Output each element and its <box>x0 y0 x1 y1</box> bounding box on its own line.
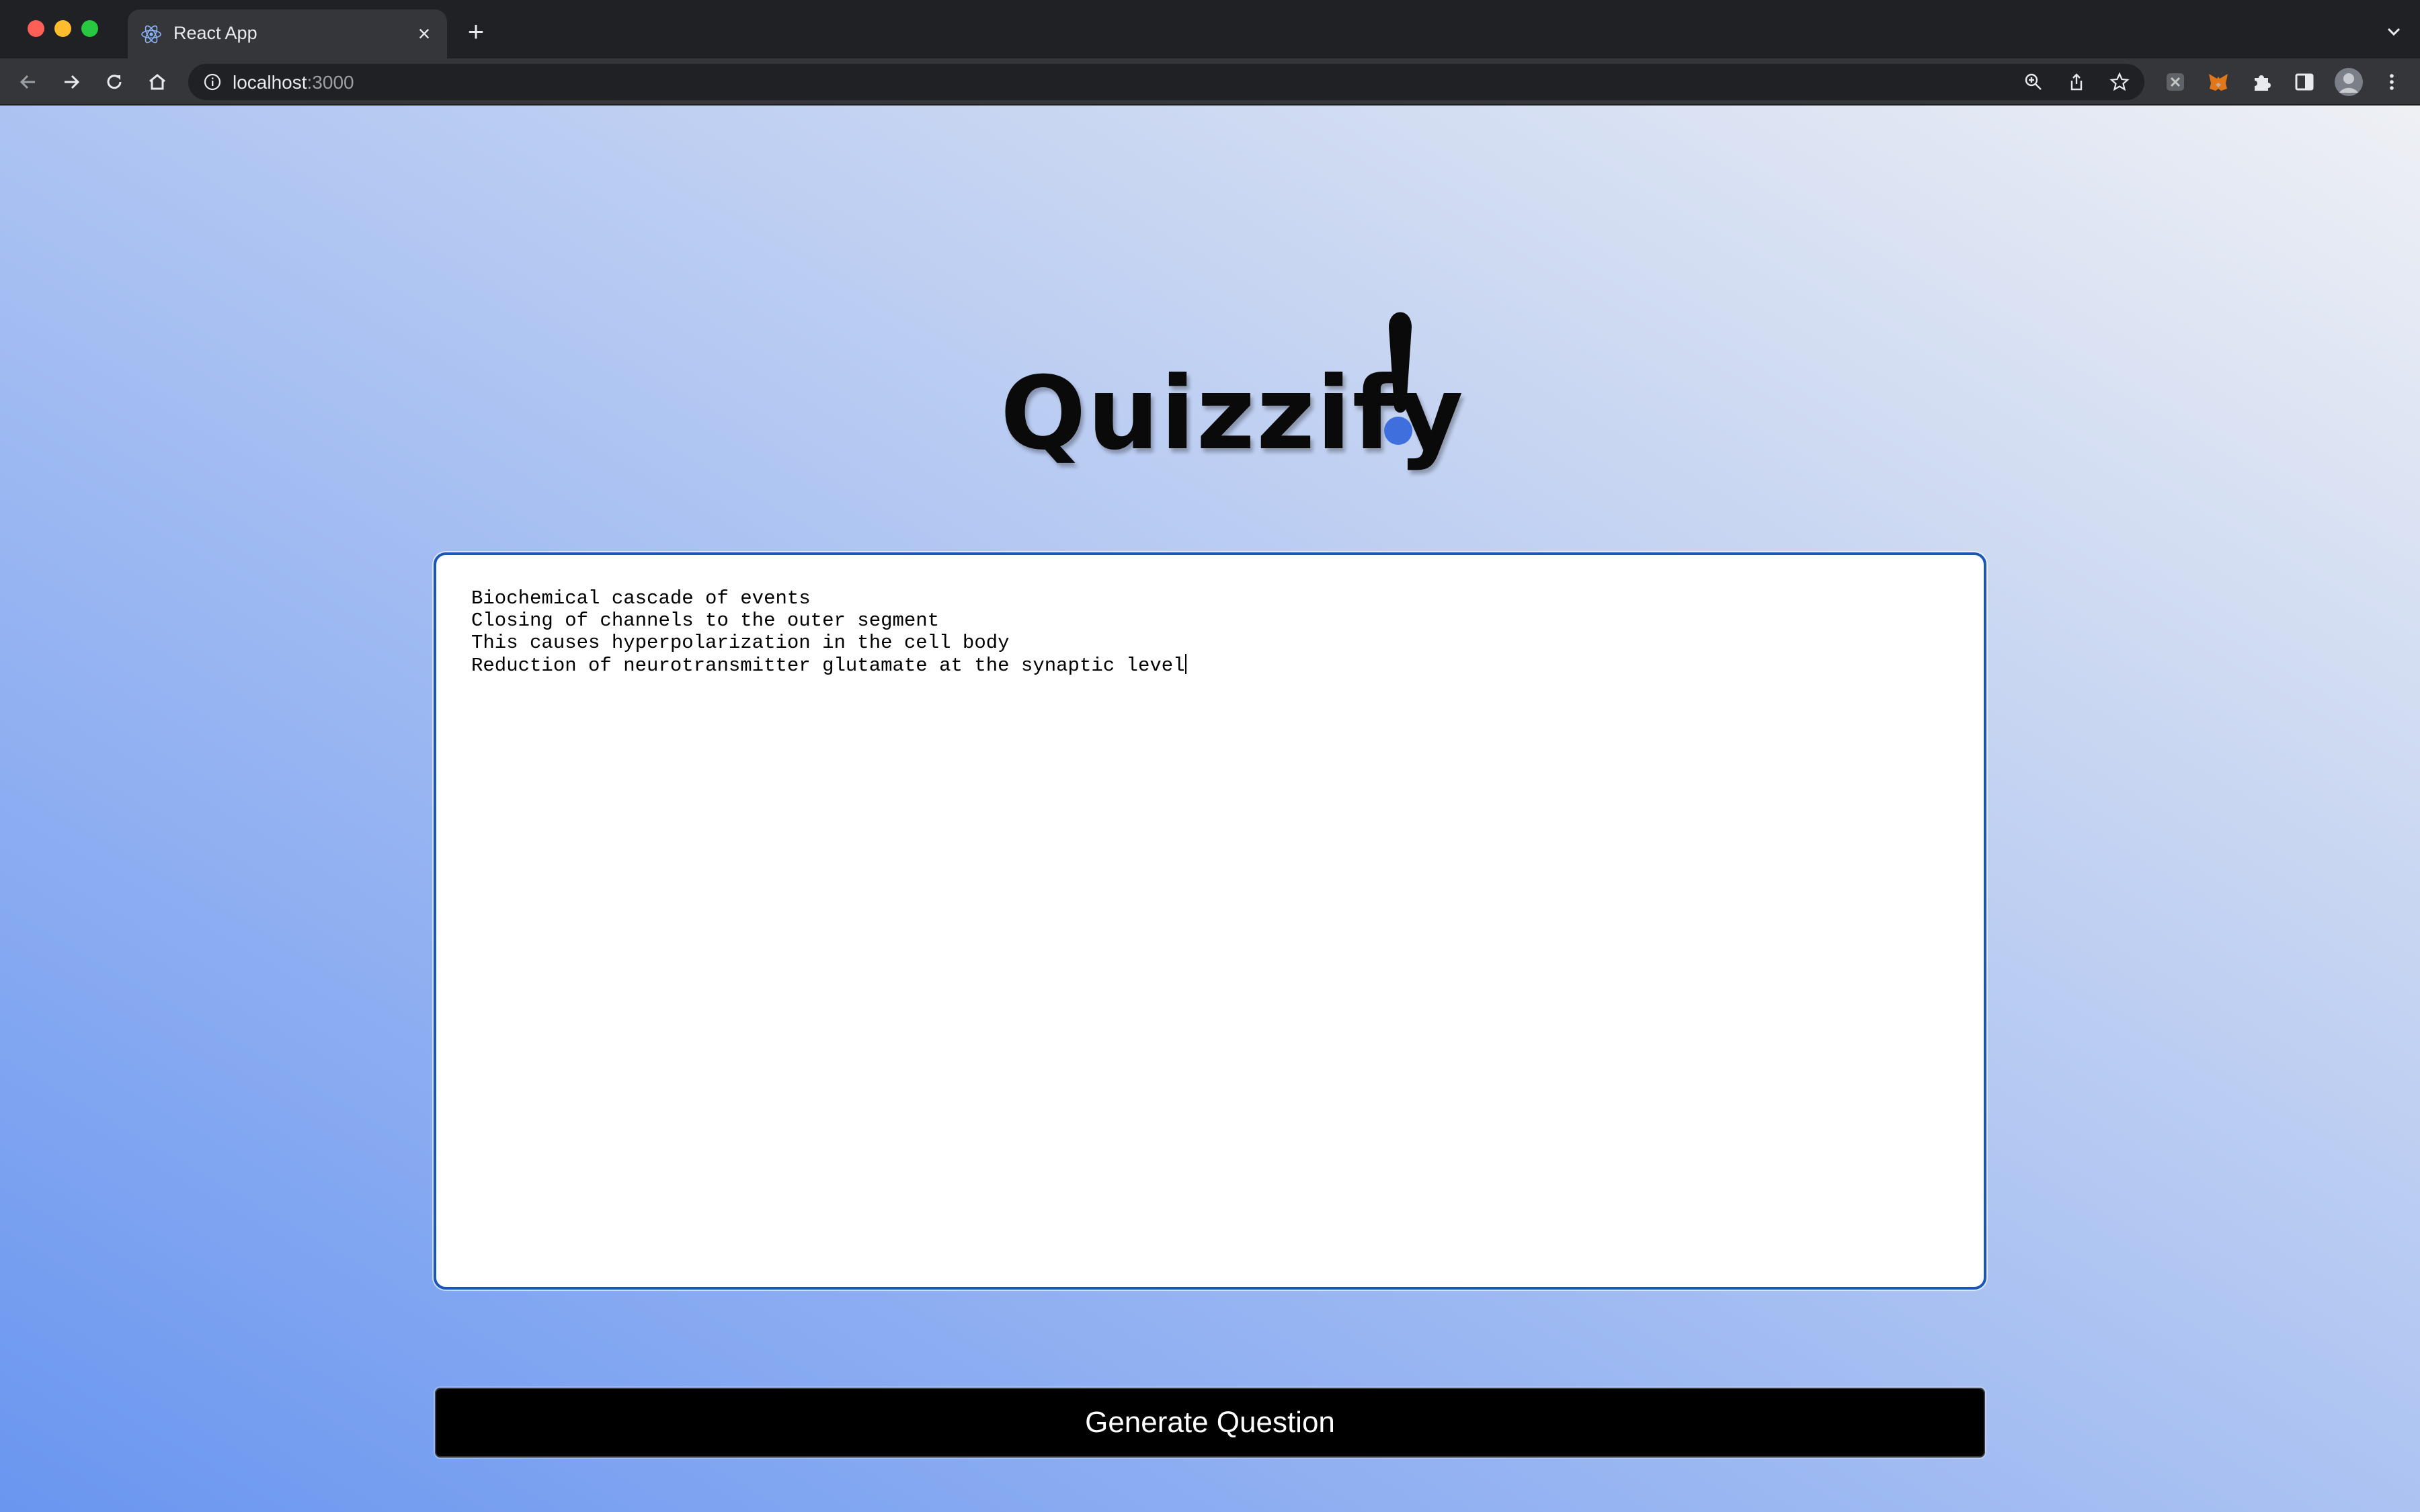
extension-icon[interactable] <box>2163 70 2187 94</box>
quizzify-logo: Quizzify <box>995 307 1463 472</box>
generate-question-button[interactable]: Generate Question <box>435 1388 1985 1458</box>
forward-arrow-icon[interactable] <box>59 70 83 94</box>
home-icon[interactable] <box>145 70 169 94</box>
more-vert-icon[interactable] <box>2380 70 2404 94</box>
plus-icon[interactable]: + <box>462 17 489 46</box>
chevron-down-icon[interactable] <box>2384 22 2404 42</box>
maximize-window-button[interactable] <box>81 20 98 37</box>
notes-line: Biochemical cascade of events <box>471 587 811 610</box>
metamask-fox-icon[interactable] <box>2206 70 2230 94</box>
notes-line-text: Reduction of neurotransmitter glutamate … <box>471 655 1185 677</box>
zoom-icon[interactable] <box>2023 72 2044 92</box>
notes-line-with-caret: Reduction of neurotransmitter glutamate … <box>471 654 1949 677</box>
tab-title: React App <box>173 23 257 43</box>
page-viewport: Quizzify Biochemical cascade of events C… <box>0 106 2420 1512</box>
share-icon[interactable] <box>2066 72 2087 92</box>
address-bar[interactable]: localhost:3000 <box>188 64 2144 100</box>
notes-textarea[interactable]: Biochemical cascade of events Closing of… <box>434 552 1986 1290</box>
notes-line: Closing of channels to the outer segment <box>471 610 940 632</box>
close-icon[interactable]: × <box>411 20 438 47</box>
close-window-button[interactable] <box>28 20 44 37</box>
star-icon[interactable] <box>2109 72 2130 92</box>
side-panel-icon[interactable] <box>2292 70 2316 94</box>
browser-tab[interactable]: React App × <box>128 9 447 58</box>
react-logo-icon <box>141 25 161 44</box>
puzzle-icon[interactable] <box>2249 70 2273 94</box>
notes-line: This causes hyperpolarization in the cel… <box>471 632 1010 654</box>
profile-avatar-icon[interactable] <box>2334 67 2364 97</box>
back-arrow-icon[interactable] <box>16 70 40 94</box>
browser-toolbar: localhost:3000 <box>0 58 2420 106</box>
info-icon[interactable] <box>203 73 222 91</box>
url-text[interactable]: localhost:3000 <box>233 72 354 93</box>
browser-tabstrip: React App × + <box>0 0 2420 58</box>
exclamation-mark-logo-icon <box>1384 312 1412 445</box>
url-port: :3000 <box>307 72 354 93</box>
text-caret <box>1184 654 1186 674</box>
minimize-window-button[interactable] <box>54 20 71 37</box>
url-host: localhost <box>233 72 307 93</box>
reload-icon[interactable] <box>102 70 126 94</box>
logo-accent-dot <box>1384 417 1412 445</box>
